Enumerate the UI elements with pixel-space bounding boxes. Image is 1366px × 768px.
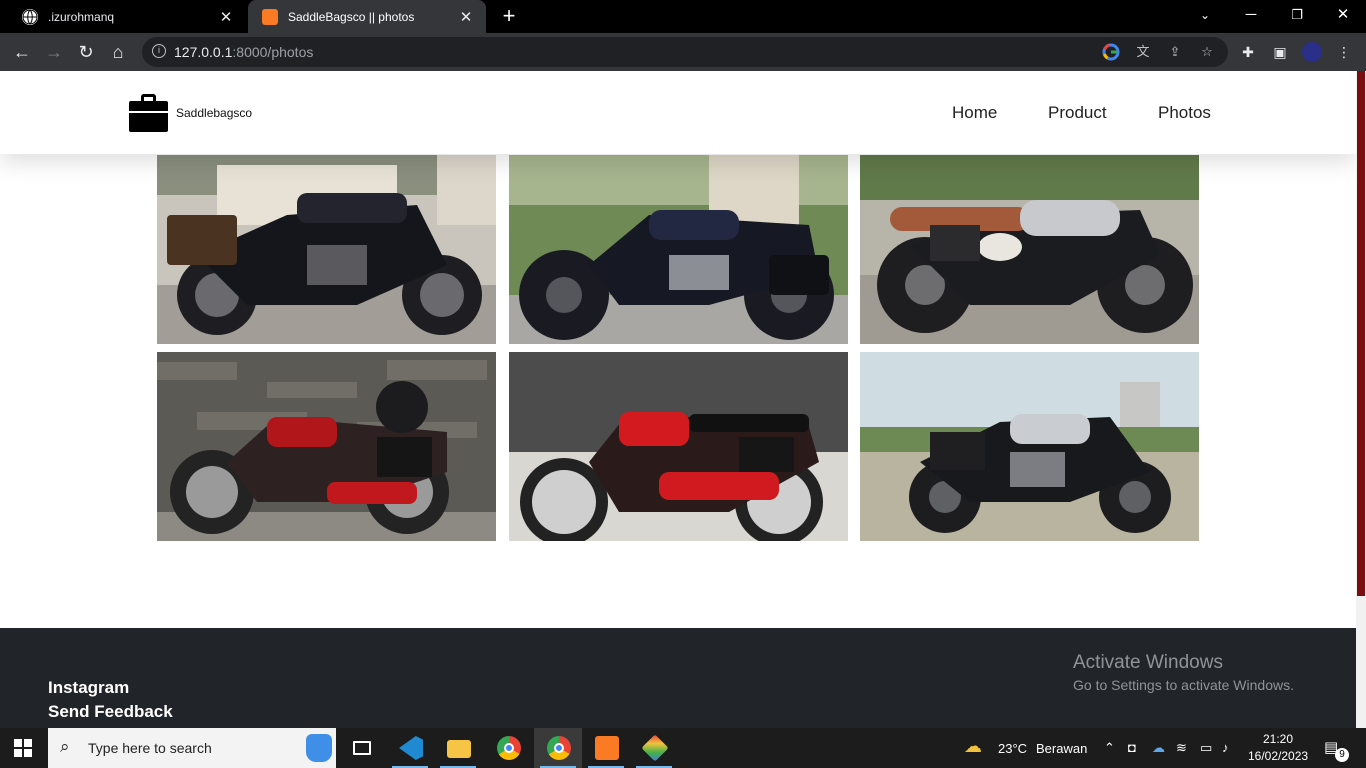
minimize-button[interactable]: ─ bbox=[1228, 0, 1274, 33]
gallery-photo[interactable] bbox=[157, 155, 496, 344]
tab-title: SaddleBagsco || photos bbox=[288, 9, 415, 24]
gallery-photo[interactable] bbox=[509, 352, 848, 541]
search-placeholder: Type here to search bbox=[88, 740, 212, 756]
onedrive-cloud-icon[interactable]: ☁ bbox=[1152, 740, 1165, 756]
url-host: 127.0.0.1 bbox=[174, 44, 233, 60]
footer-send-feedback-link[interactable]: Send Feedback bbox=[48, 702, 173, 722]
share-icon[interactable]: ⇪ bbox=[1166, 43, 1184, 61]
chrome-profile-taskbar-button[interactable] bbox=[534, 728, 582, 768]
wifi-icon[interactable]: ≋ bbox=[1176, 740, 1187, 756]
url-path: :8000/photos bbox=[232, 44, 314, 60]
xampp-icon bbox=[262, 8, 278, 25]
browser-toolbar: ← → ↻ ⌂ i 127.0.0.1:8000/photos 文 ⇪ ☆ ✚ … bbox=[0, 33, 1366, 71]
weather-temp[interactable]: 23°C bbox=[998, 741, 1027, 756]
windows-taskbar: ⌕ Type here to search ☁ 23°C Berawan ⌃ ◘… bbox=[0, 728, 1366, 768]
chrome-icon bbox=[497, 736, 521, 760]
git-taskbar-button[interactable] bbox=[630, 728, 678, 768]
gallery-photo[interactable] bbox=[860, 155, 1199, 344]
gallery-photo[interactable] bbox=[860, 352, 1199, 541]
home-icon[interactable]: ⌂ bbox=[106, 40, 130, 64]
extensions-icon[interactable]: ✚ bbox=[1238, 42, 1258, 62]
taskbar-search-box[interactable]: ⌕ Type here to search bbox=[48, 728, 336, 768]
brand-name: Saddlebagsco bbox=[176, 105, 253, 120]
site-header: Saddlebagsco Home Product Photos bbox=[0, 71, 1356, 154]
folder-icon bbox=[447, 740, 471, 758]
meet-now-icon[interactable]: ◘ bbox=[1128, 740, 1136, 755]
task-view-icon[interactable] bbox=[338, 728, 386, 768]
close-tab-icon[interactable]: ✕ bbox=[216, 8, 236, 26]
gallery-photo[interactable] bbox=[509, 155, 848, 344]
reload-icon[interactable]: ↻ bbox=[74, 40, 98, 64]
volume-icon[interactable]: ♪ bbox=[1222, 740, 1229, 755]
site-info-icon[interactable]: i bbox=[152, 44, 166, 58]
forward-icon[interactable]: → bbox=[42, 40, 66, 64]
activate-windows-title: Activate Windows bbox=[1073, 652, 1223, 673]
clock-time[interactable]: 21:20 bbox=[1263, 732, 1293, 746]
browser-tab-bar: .izurohmanq ✕ SaddleBagsco || photos ✕ +… bbox=[0, 0, 1366, 33]
profile-avatar[interactable] bbox=[1302, 42, 1322, 62]
translate-icon[interactable]: 文 bbox=[1134, 43, 1152, 61]
back-icon[interactable]: ← bbox=[10, 40, 34, 64]
nav-home[interactable]: Home bbox=[952, 103, 997, 123]
chrome-taskbar-button[interactable] bbox=[484, 728, 532, 768]
tab-izurohmanq[interactable]: .izurohmanq ✕ bbox=[8, 0, 246, 33]
globe-icon bbox=[22, 8, 38, 25]
git-icon bbox=[641, 734, 669, 762]
tab-search-icon[interactable]: ⌄ bbox=[1182, 0, 1228, 33]
menu-kebab-icon[interactable]: ⋮ bbox=[1334, 42, 1354, 62]
page-viewport: Saddlebagsco Home Product Photos Instagr… bbox=[0, 71, 1356, 728]
footer-instagram-link[interactable]: Instagram bbox=[48, 678, 129, 698]
briefcase-logo-icon bbox=[129, 93, 168, 132]
chevron-up-icon[interactable]: ⌃ bbox=[1104, 740, 1115, 756]
windows-start-icon[interactable] bbox=[14, 739, 32, 757]
weather-cloud-icon[interactable]: ☁ bbox=[964, 736, 982, 757]
brand[interactable]: Saddlebagsco bbox=[129, 93, 252, 132]
search-icon: ⌕ bbox=[60, 737, 70, 756]
vscode-icon bbox=[399, 736, 423, 760]
notification-count-badge: 9 bbox=[1335, 748, 1349, 762]
tab-saddlebagsco-photos[interactable]: SaddleBagsco || photos ✕ bbox=[248, 0, 486, 33]
new-tab-button[interactable]: + bbox=[498, 5, 520, 27]
gallery-photo[interactable] bbox=[157, 352, 496, 541]
close-window-button[interactable]: ✕ bbox=[1320, 0, 1366, 33]
google-icon[interactable] bbox=[1102, 43, 1120, 61]
clock-date[interactable]: 16/02/2023 bbox=[1248, 749, 1308, 763]
url-text[interactable]: 127.0.0.1:8000/photos bbox=[174, 44, 313, 60]
nav-product[interactable]: Product bbox=[1048, 103, 1107, 123]
scrollbar-thumb[interactable] bbox=[1357, 71, 1365, 596]
weather-condition[interactable]: Berawan bbox=[1036, 741, 1087, 756]
xampp-icon bbox=[595, 736, 619, 760]
close-tab-icon[interactable]: ✕ bbox=[456, 8, 476, 26]
xampp-taskbar-button[interactable] bbox=[582, 728, 630, 768]
battery-icon[interactable]: ▭ bbox=[1200, 740, 1212, 756]
page-scrollbar[interactable] bbox=[1356, 71, 1366, 728]
vscode-taskbar-button[interactable] bbox=[386, 728, 434, 768]
site-footer: Instagram Send Feedback Activate Windows… bbox=[0, 628, 1356, 728]
search-highlight-icon bbox=[306, 734, 332, 762]
nav-photos[interactable]: Photos bbox=[1158, 103, 1211, 123]
activate-windows-subtitle: Go to Settings to activate Windows. bbox=[1073, 677, 1294, 693]
bookmark-star-icon[interactable]: ☆ bbox=[1198, 43, 1216, 61]
address-bar[interactable]: i 127.0.0.1:8000/photos 文 ⇪ ☆ bbox=[142, 37, 1228, 67]
chrome-icon bbox=[547, 736, 571, 760]
file-explorer-taskbar-button[interactable] bbox=[434, 728, 482, 768]
tab-title: .izurohmanq bbox=[48, 9, 115, 24]
restore-button[interactable]: ❐ bbox=[1274, 0, 1320, 33]
side-panel-icon[interactable]: ▣ bbox=[1270, 42, 1290, 62]
